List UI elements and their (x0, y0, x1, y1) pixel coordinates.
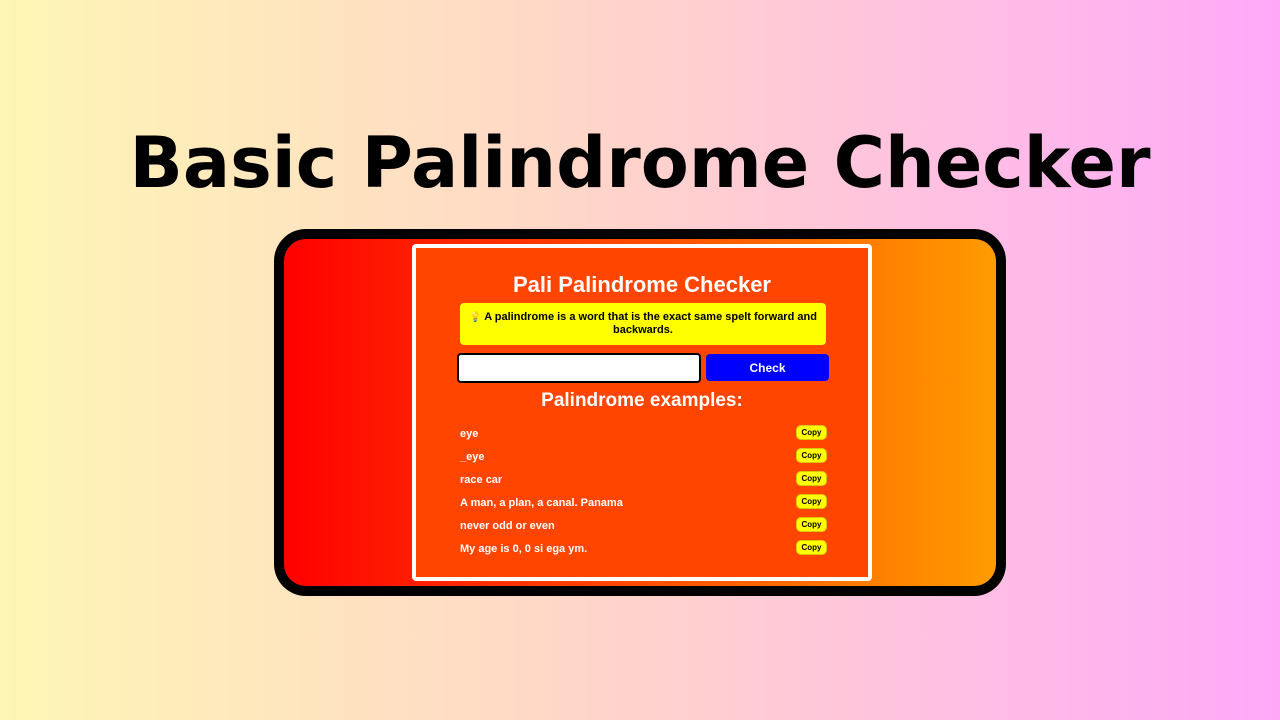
example-text: _eye (460, 451, 485, 463)
example-text: never odd or even (460, 520, 555, 532)
copy-button[interactable]: Copy (796, 471, 827, 486)
page-headline: Basic Palindrome Checker (129, 122, 1151, 204)
device-screen: Pali Palindrome Checker 💡 A palindrome i… (284, 239, 996, 586)
example-text: My age is 0, 0 si ega ym. (460, 543, 588, 555)
lightbulb-icon: 💡 (469, 312, 482, 323)
examples-title: Palindrome examples: (541, 390, 743, 411)
example-item: _eye Copy (460, 446, 827, 469)
copy-button[interactable]: Copy (796, 448, 827, 463)
info-box: 💡 A palindrome is a word that is the exa… (460, 303, 826, 345)
example-item: never odd or even Copy (460, 515, 827, 538)
info-text: A palindrome is a word that is the exact… (484, 311, 817, 336)
palindrome-input[interactable] (457, 353, 701, 383)
example-item: race car Copy (460, 469, 827, 492)
example-text: race car (460, 474, 503, 486)
device-frame: Pali Palindrome Checker 💡 A palindrome i… (274, 229, 1006, 596)
example-item: A man, a plan, a canal. Panama Copy (460, 492, 827, 515)
copy-button[interactable]: Copy (796, 517, 827, 532)
copy-button[interactable]: Copy (796, 494, 827, 509)
example-item: My age is 0, 0 si ega ym. Copy (460, 538, 827, 561)
examples-list: eye Copy _eye Copy race car Copy A man, … (460, 423, 827, 561)
example-text: A man, a plan, a canal. Panama (460, 497, 623, 509)
example-text: eye (460, 428, 479, 440)
copy-button[interactable]: Copy (796, 540, 827, 555)
check-button[interactable]: Check (706, 354, 829, 381)
copy-button[interactable]: Copy (796, 425, 827, 440)
palindrome-app-panel: Pali Palindrome Checker 💡 A palindrome i… (412, 244, 872, 581)
app-title: Pali Palindrome Checker (513, 272, 771, 297)
example-item: eye Copy (460, 423, 827, 446)
